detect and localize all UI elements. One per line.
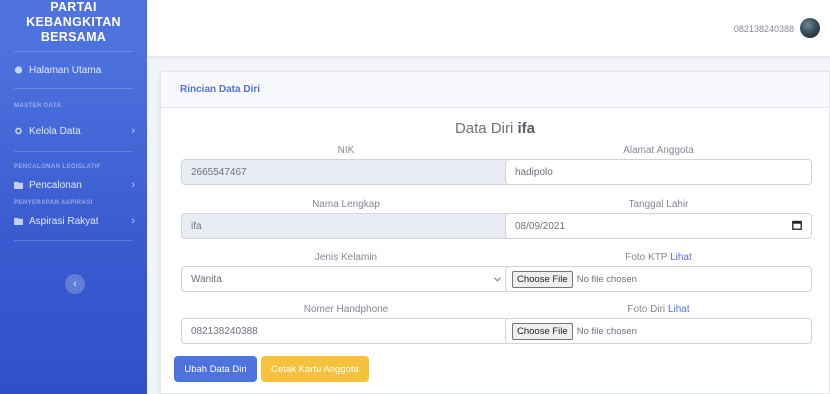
foto-diri-lihat-link[interactable]: Lihat xyxy=(668,304,690,315)
topbar: 082138240388 xyxy=(147,0,830,56)
sidebar-item-halaman-utama[interactable]: Halaman Utama xyxy=(0,52,147,88)
dashboard-icon xyxy=(14,66,23,74)
sidebar-item-kelola-data[interactable]: Kelola Data › xyxy=(0,113,147,149)
sidebar-item-label: Halaman Utama xyxy=(29,64,102,76)
form-title-name: ifa xyxy=(517,120,536,137)
hp-label: Nomer Handphone xyxy=(303,304,389,315)
cetak-kartu-anggota-button[interactable]: Cetak Kartu Anggota xyxy=(261,356,369,382)
foto-diri-label: Foto Diri Lihat xyxy=(505,304,812,318)
gear-icon xyxy=(15,127,22,135)
sidebar-toggle-button[interactable]: ‹ xyxy=(65,274,85,294)
ubah-data-diri-button[interactable]: Ubah Data Diri xyxy=(174,356,257,382)
tanggal-value: 08/09/2021 xyxy=(515,220,566,232)
nik-input[interactable]: 2665547467 xyxy=(181,159,511,185)
sidebar: PARTAI KEBANGKITAN BERSAMA Halaman Utama… xyxy=(0,0,147,394)
nik-label: NIK xyxy=(337,145,355,156)
folder-icon xyxy=(14,181,23,189)
nik-field: NIK 2665547467 xyxy=(181,145,511,185)
chevron-right-icon: › xyxy=(131,179,135,191)
alamat-input[interactable]: hadipolo xyxy=(505,159,812,185)
file-status: No file chosen xyxy=(576,325,637,337)
foto-diri-label-text: Foto Diri xyxy=(627,304,666,315)
file-status: No file chosen xyxy=(576,273,637,285)
foto-ktp-file-input[interactable]: Choose File No file chosen xyxy=(505,266,812,292)
hp-input[interactable]: 082138240388 xyxy=(181,318,511,344)
card-title: Rincian Data Diri xyxy=(180,84,261,95)
alamat-value: hadipolo xyxy=(515,166,553,178)
nama-value: ifa xyxy=(191,220,202,232)
brand-line-2: KEBANGKITAN xyxy=(26,15,121,29)
foto-ktp-field: Foto KTP Lihat Choose File No file chose… xyxy=(505,252,812,292)
choose-file-button[interactable]: Choose File xyxy=(512,270,573,288)
brand-logo-text[interactable]: PARTAI KEBANGKITAN BERSAMA xyxy=(0,0,147,51)
user-name[interactable]: 082138240388 xyxy=(734,24,794,34)
foto-ktp-label-text: Foto KTP xyxy=(625,252,668,263)
choose-file-button[interactable]: Choose File xyxy=(512,322,573,340)
calendar-icon[interactable] xyxy=(792,220,802,233)
chevron-right-icon: › xyxy=(131,125,135,137)
nik-value: 2665547467 xyxy=(191,166,247,178)
foto-diri-field: Foto Diri Lihat Choose File No file chos… xyxy=(505,304,812,344)
nama-label: Nama Lengkap xyxy=(312,199,380,210)
hp-field: Nomer Handphone 082138240388 xyxy=(181,304,511,344)
sidebar-item-label: Aspirasi Rakyat xyxy=(29,215,99,227)
avatar[interactable] xyxy=(800,18,820,38)
chevron-right-icon: › xyxy=(131,215,135,227)
brand-line-1: PARTAI xyxy=(50,0,97,14)
card-header: Rincian Data Diri xyxy=(161,72,829,108)
sidebar-heading-master-data: MASTER DATA xyxy=(14,103,62,109)
chevron-down-icon xyxy=(494,275,501,284)
nama-field: Nama Lengkap ifa xyxy=(181,199,511,239)
foto-diri-file-input[interactable]: Choose File No file chosen xyxy=(505,318,812,344)
foto-ktp-label: Foto KTP Lihat xyxy=(505,252,812,266)
nama-input[interactable]: ifa xyxy=(181,213,511,239)
tanggal-label: Tanggal Lahir xyxy=(628,199,689,210)
sidebar-item-pencalonan[interactable]: Pencalonan › xyxy=(0,170,147,200)
hp-value: 082138240388 xyxy=(191,325,258,337)
form-title: Data Diri ifa xyxy=(161,120,829,137)
jenis-value: Wanita xyxy=(191,273,222,285)
tanggal-field: Tanggal Lahir 08/09/2021 xyxy=(505,199,812,239)
brand-line-3: BERSAMA xyxy=(40,30,107,44)
jenis-label: Jenis Kelamin xyxy=(314,252,378,263)
data-diri-card: Rincian Data Diri Data Diri ifa NIK 2665… xyxy=(160,71,830,394)
chevron-left-icon: ‹ xyxy=(73,278,77,290)
jenis-field: Jenis Kelamin Wanita xyxy=(181,252,511,292)
form-title-prefix: Data Diri xyxy=(454,120,514,137)
sidebar-item-aspirasi-rakyat[interactable]: Aspirasi Rakyat › xyxy=(0,206,147,236)
alamat-label: Alamat Anggota xyxy=(623,145,694,156)
sidebar-item-label: Pencalonan xyxy=(29,179,82,191)
folder-icon xyxy=(14,217,23,225)
tanggal-input[interactable]: 08/09/2021 xyxy=(505,213,812,239)
jenis-select[interactable]: Wanita xyxy=(181,266,511,292)
foto-ktp-lihat-link[interactable]: Lihat xyxy=(670,252,692,263)
sidebar-item-label: Kelola Data xyxy=(29,125,81,137)
sidebar-divider xyxy=(14,240,133,241)
alamat-field: Alamat Anggota hadipolo xyxy=(505,145,812,185)
